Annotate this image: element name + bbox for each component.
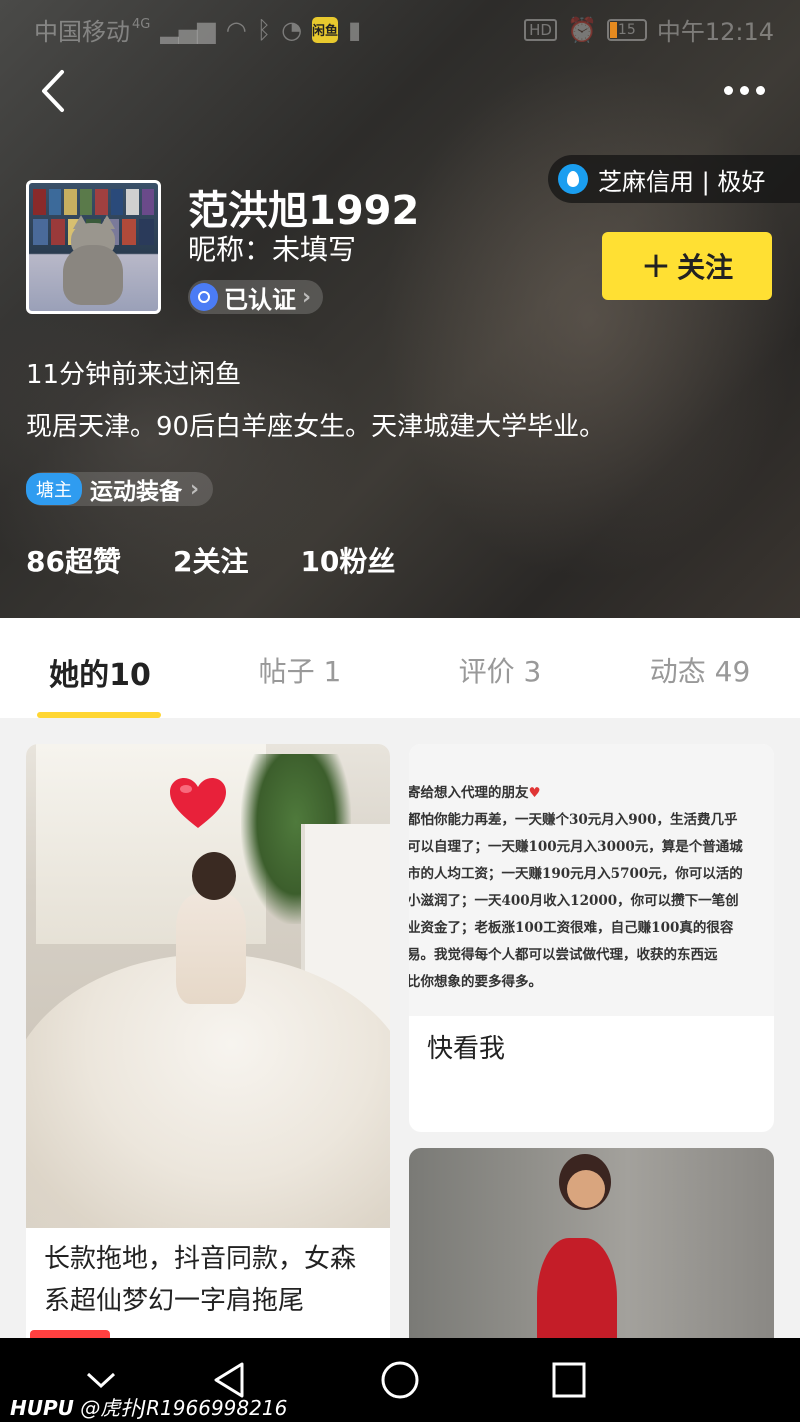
follow-label: 关注 — [677, 251, 734, 284]
tab-posts[interactable]: 帖子 1 — [200, 618, 400, 718]
tab-reviews[interactable]: 评价 3 — [400, 618, 600, 718]
plus-icon: + — [640, 245, 672, 286]
heart-icon: ♥ — [528, 785, 541, 801]
follow-button[interactable]: + 关注 — [602, 232, 772, 300]
battery-level: 15 — [617, 21, 636, 38]
stat-likes[interactable]: 86超赞 — [26, 540, 121, 580]
heart-icon — [168, 776, 228, 834]
post-title: 快看我 — [427, 1034, 506, 1064]
bio: 现居天津。90后白羊座女生。天津城建大学毕业。 — [26, 412, 606, 442]
verified-shield-icon — [190, 283, 218, 311]
nickname: 昵称：未填写 — [188, 233, 357, 266]
nav-recent-square-icon[interactable] — [544, 1358, 594, 1402]
post-line: 寄给想入代理的朋友 — [409, 785, 529, 801]
post-line: 业资金了；老板涨100工资很难，自己赚100真的很容 — [409, 920, 734, 936]
stats-row: 86超赞 2关注 10粉丝 — [26, 540, 395, 580]
watermark: HUPU @虎扑JR1966998216 — [10, 1392, 287, 1421]
last-seen: 11分钟前来过闲鱼 — [26, 360, 242, 390]
xianyu-app-icon: 闲鱼 — [312, 16, 338, 43]
network-label: 4G — [132, 17, 151, 32]
watermark-text: @虎扑JR1966998216 — [80, 1396, 288, 1420]
post-line: 小滋润了；一天400月收入12000，你可以攒下一笔创 — [409, 893, 739, 909]
battery-icon: 15 — [606, 18, 647, 41]
verified-badge[interactable]: 已认证 › — [188, 280, 324, 314]
avatar[interactable] — [26, 180, 161, 314]
post-line: 市的人均工资；一天赚190元月入5700元，你可以活的 — [409, 866, 743, 882]
zhima-credit-label: 芝麻信用 | 极好 — [598, 167, 766, 196]
post-line: 可以自理了；一天赚100元月入3000元，算是个普通城 — [409, 839, 743, 855]
alarm-sync-icon: ◔ — [281, 15, 303, 44]
sim-icon: ▮ — [348, 15, 362, 44]
chevron-right-icon: › — [302, 284, 312, 310]
bluetooth-icon: ᛒ — [256, 15, 272, 44]
stat-fans[interactable]: 10粉丝 — [300, 540, 395, 580]
wifi-icon: ◠ — [225, 15, 247, 44]
alarm-icon: ⏰ — [566, 15, 597, 44]
stat-following[interactable]: 2关注 — [173, 540, 248, 580]
post-line: 都怕你能力再差，一天赚个30元月入900，生活费几乎 — [409, 812, 738, 828]
signal-icon: ▂▄▆ — [160, 15, 216, 44]
post-text-image: 寄给想入代理的朋友♥ 都怕你能力再差，一天赚个30元月入900，生活费几乎 可以… — [409, 744, 774, 1016]
verified-label: 已认证 — [224, 285, 296, 314]
post-line: 易。我觉得每个人都可以尝试做代理，收获的东西远 — [409, 947, 718, 963]
tab-items[interactable]: 她的10 — [0, 618, 200, 718]
chevron-right-icon: › — [190, 476, 200, 502]
zhima-drop-icon — [558, 164, 588, 194]
item-title: 长款拖地，抖音同款，女森系超仙梦幻一字肩拖尾 — [44, 1244, 357, 1316]
more-dots-icon[interactable] — [716, 70, 772, 110]
price-partial — [30, 1330, 110, 1338]
zhima-credit-badge[interactable]: 芝麻信用 | 极好 — [548, 155, 800, 203]
clock: 中午12:14 — [656, 18, 774, 46]
hd-icon: HD — [524, 18, 557, 41]
carrier-label: 中国移动 — [34, 18, 130, 46]
tab-activity[interactable]: 动态 49 — [600, 618, 800, 718]
tang-badge: 塘主 — [26, 473, 82, 505]
tab-bar: 她的10 帖子 1 评价 3 动态 49 — [0, 618, 800, 718]
tang-tag[interactable]: 塘主 运动装备 › — [26, 472, 214, 506]
status-bar: 中国移动 4G ▂▄▆ ◠ ᛒ ◔ 闲鱼 ▮ HD ⏰ 15 中午12:14 — [0, 0, 800, 56]
tang-label: 运动装备 — [90, 479, 182, 505]
post-card[interactable]: 寄给想入代理的朋友♥ 都怕你能力再差，一天赚个30元月入900，生活费几乎 可以… — [409, 744, 774, 1132]
item-card[interactable]: 长款拖地，抖音同款，女森系超仙梦幻一字肩拖尾 — [26, 744, 390, 1364]
post-line: 比你想象的要多得多。 — [409, 974, 542, 990]
profile-header: 中国移动 4G ▂▄▆ ◠ ᛒ ◔ 闲鱼 ▮ HD ⏰ 15 中午12:14 芝… — [0, 0, 800, 618]
nav-home-circle-icon[interactable] — [375, 1358, 425, 1402]
back-arrow-icon[interactable] — [30, 66, 80, 116]
watermark-brand: HUPU — [10, 1396, 74, 1420]
